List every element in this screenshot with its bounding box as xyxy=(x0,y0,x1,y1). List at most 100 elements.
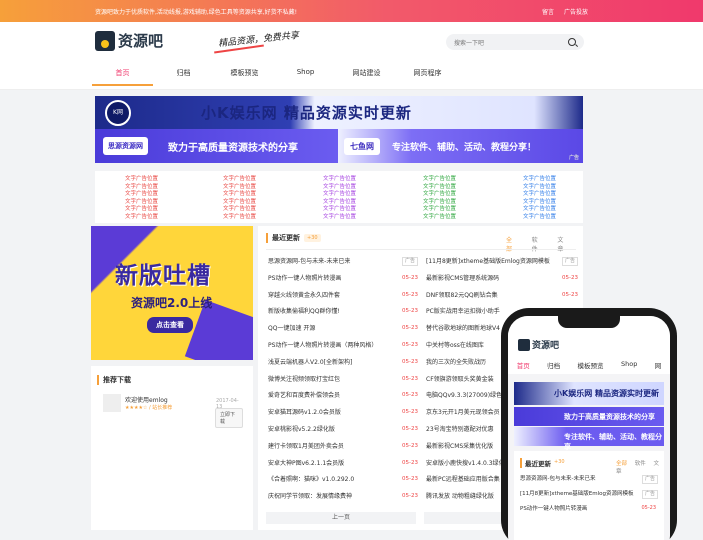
news-title[interactable]: 最新影视CMS采集优化版 xyxy=(426,443,493,450)
text-ad-link[interactable]: 文字广告位置 xyxy=(323,176,356,184)
tab-all[interactable]: 全部 xyxy=(506,235,517,253)
phone-news-title[interactable]: 思源资源网-包与未来-未来已来 xyxy=(520,476,595,482)
text-ad-link[interactable]: 文字广告位置 xyxy=(523,199,556,207)
news-title[interactable]: 京东3元开1月美元现领会员 xyxy=(426,409,500,416)
news-row[interactable]: 爱奇艺和百度费补偿领会员 05-23 xyxy=(268,391,418,400)
search-box[interactable]: 搜索一下吧 xyxy=(446,34,584,50)
phone-news-title[interactable]: [11月8更新]xtheme基础版Emlog资源网模板 xyxy=(520,491,634,497)
nav-home[interactable]: 首页 xyxy=(92,68,153,86)
text-ad-link[interactable]: 文字广告位置 xyxy=(223,184,256,192)
search-icon[interactable] xyxy=(568,38,576,46)
news-row[interactable]: 微博关注视频领取打宝红包 05-23 xyxy=(268,375,418,384)
promo-button[interactable]: 点击查看 xyxy=(147,317,193,333)
text-ad-link[interactable]: 文字广告位置 xyxy=(323,184,356,192)
phone-banner-3[interactable]: 专注软件、辅助、活动、教程分享 xyxy=(514,427,664,451)
news-title[interactable]: 微博关注视频领取打宝红包 xyxy=(268,376,340,383)
news-title[interactable]: [11月8更新]xtheme基础版Emlog资源网模板 xyxy=(426,258,550,265)
news-title[interactable]: 最新PC远程基础应用版合集 xyxy=(426,476,500,483)
banner-siyuan[interactable]: 思源资源网 致力于高质量资源技术的分享 xyxy=(95,129,338,163)
news-title[interactable]: 庆祝同学节领取：发展情缘费神 xyxy=(268,493,352,500)
news-title[interactable]: 安卓版小鹿快搜v1.4.0.3绿化 xyxy=(426,460,505,467)
text-ad-link[interactable]: 文字广告位置 xyxy=(125,184,158,192)
news-row[interactable]: PS动作一键人物照片转漫画（两种风格） 05-23 xyxy=(268,341,418,350)
site-logo[interactable]: 资源吧 xyxy=(95,30,163,51)
text-ad-link[interactable]: 文字广告位置 xyxy=(223,191,256,199)
phone-nav-templates[interactable]: 模板预览 xyxy=(578,360,604,370)
news-title[interactable]: 穿越火线领黄金永久四件套 xyxy=(268,292,340,299)
news-row[interactable]: 新版收集偷福利QQ群你懂! 05-23 xyxy=(268,307,418,316)
news-title[interactable]: PC版实战用幸运扣微小助手 xyxy=(426,308,500,315)
text-ad-link[interactable]: 文字广告位置 xyxy=(125,176,158,184)
link-message[interactable]: 留言 xyxy=(542,9,554,16)
text-ad-link[interactable]: 文字广告位置 xyxy=(523,184,556,192)
news-title[interactable]: CF领旗游领取头奖黄金装 xyxy=(426,376,494,383)
text-ad-link[interactable]: 文字广告位置 xyxy=(125,191,158,199)
news-title[interactable]: 浅夏云端机器人V2.0[全新架构] xyxy=(268,359,352,366)
phone-tab-software[interactable]: 软件 xyxy=(635,461,646,467)
text-ad-link[interactable]: 文字广告位置 xyxy=(125,206,158,214)
nav-archive[interactable]: 归档 xyxy=(153,68,214,86)
text-ad-link[interactable]: 文字广告位置 xyxy=(223,206,256,214)
link-ad-place[interactable]: 广告投放 xyxy=(564,9,588,16)
text-ad-link[interactable]: 文字广告位置 xyxy=(523,176,556,184)
banner-xiaok[interactable]: K网 小K娱乐网 精品资源实时更新 xyxy=(95,96,583,129)
news-title[interactable]: PS动作一键人物照片转漫画 xyxy=(268,275,341,282)
news-row[interactable]: PS动作一键人物照片转漫画 05-23 xyxy=(268,274,418,283)
news-title[interactable]: 中关村等oss在线图库 xyxy=(426,342,484,349)
news-row[interactable]: 建行卡领取1月美团外卖会员 05-23 xyxy=(268,442,418,451)
nav-site-build[interactable]: 网站建设 xyxy=(336,68,397,86)
tab-software[interactable]: 软件 xyxy=(532,235,543,253)
phone-news-row[interactable]: 思源资源网-包与未来-未来已来 广告 xyxy=(520,475,658,484)
news-title[interactable]: 安卓桃影视v5.2.2绿化版 xyxy=(268,426,335,433)
phone-news-title[interactable]: PS动作一键人物照片转漫画 xyxy=(520,506,587,512)
text-ad-link[interactable]: 文字广告位置 xyxy=(423,184,456,192)
news-title[interactable]: 建行卡领取1月美团外卖会员 xyxy=(268,443,344,450)
news-title[interactable]: PS动作一键人物照片转漫画（两种风格） xyxy=(268,342,377,349)
news-row[interactable]: [11月8更新]xtheme基础版Emlog资源网模板 广告 xyxy=(426,257,578,266)
news-title[interactable]: 23号淘宝特别邀配对优惠 xyxy=(426,426,494,433)
news-title[interactable]: 我的三次的全失败战历 xyxy=(426,359,486,366)
news-title[interactable]: 安卓猫耳源码v1.2.0会员版 xyxy=(268,409,341,416)
prev-page-button[interactable]: 上一页 xyxy=(266,512,416,524)
phone-news-row[interactable]: PS动作一键人物照片转漫画 05-23 xyxy=(520,505,658,514)
text-ad-link[interactable]: 文字广告位置 xyxy=(323,214,356,222)
news-row[interactable]: 《合着照啊：猫咪》v1.0.292.0 05-23 xyxy=(268,475,418,484)
recommend-item[interactable]: 欢迎使用emlog ★★★★☆ / 站长推荐 2017-04-13 立即下载 xyxy=(103,394,243,428)
news-row[interactable]: DNF领取82元QQ刷钻合集 05-23 xyxy=(426,291,578,300)
news-row[interactable]: 浅夏云端机器人V2.0[全新架构] 05-23 xyxy=(268,358,418,367)
text-ad-link[interactable]: 文字广告位置 xyxy=(223,199,256,207)
text-ad-link[interactable]: 文字广告位置 xyxy=(523,191,556,199)
text-ad-link[interactable]: 文字广告位置 xyxy=(423,199,456,207)
phone-banner-1[interactable]: 小K娱乐网 精品资源实时更新 xyxy=(514,382,664,405)
news-title[interactable]: 最新影视CMS管理系统源码 xyxy=(426,275,499,282)
news-title[interactable]: 《合着照啊：猫咪》v1.0.292.0 xyxy=(268,476,354,483)
banner-qiyu[interactable]: 七鱼网 专注软件、辅助、活动、教程分享！ 广告 xyxy=(338,129,583,163)
news-title[interactable]: QQ一键加速 开源 xyxy=(268,325,315,332)
phone-banner-2[interactable]: 致力于高质量资源技术的分享 xyxy=(514,407,664,426)
text-ad-link[interactable]: 文字广告位置 xyxy=(323,191,356,199)
news-title[interactable]: 新版收集偷福利QQ群你懂! xyxy=(268,308,340,315)
news-title[interactable]: 替代谷歌地球的图新地球V4 xyxy=(426,325,500,332)
news-title[interactable]: 电脑QQv9.3.3(27009)绿色 xyxy=(426,392,502,399)
news-title[interactable]: 思源资源网-包与未来-未来已来 xyxy=(268,258,350,265)
phone-tab-all[interactable]: 全部 xyxy=(616,461,627,467)
text-ad-link[interactable]: 文字广告位置 xyxy=(125,214,158,222)
promo-banner[interactable]: 新版吐槽 资源吧2.0上线 点击查看 xyxy=(91,226,253,360)
phone-nav-more[interactable]: 网 xyxy=(655,360,662,370)
recommend-name[interactable]: 欢迎使用emlog xyxy=(125,395,168,404)
phone-news-row[interactable]: [11月8更新]xtheme基础版Emlog资源网模板 广告 xyxy=(520,490,658,499)
text-ad-link[interactable]: 文字广告位置 xyxy=(423,206,456,214)
text-ad-link[interactable]: 文字广告位置 xyxy=(423,176,456,184)
text-ad-link[interactable]: 文字广告位置 xyxy=(423,191,456,199)
news-title[interactable]: 腾讯发放 动物粗缝绿化版 xyxy=(426,493,494,500)
nav-templates[interactable]: 模板预览 xyxy=(214,68,275,86)
news-row[interactable]: 安卓猫耳源码v1.2.0会员版 05-23 xyxy=(268,408,418,417)
text-ad-link[interactable]: 文字广告位置 xyxy=(125,199,158,207)
news-row[interactable]: QQ一键加速 开源 05-23 xyxy=(268,324,418,333)
text-ad-link[interactable]: 文字广告位置 xyxy=(223,214,256,222)
news-row[interactable]: 庆祝同学节领取：发展情缘费神 05-23 xyxy=(268,492,418,501)
search-input[interactable]: 搜索一下吧 xyxy=(454,38,568,47)
news-row[interactable]: 最新影视CMS管理系统源码 05-23 xyxy=(426,274,578,283)
nav-programs[interactable]: 网页程序 xyxy=(397,68,458,86)
phone-nav-shop[interactable]: Shop xyxy=(621,360,637,370)
